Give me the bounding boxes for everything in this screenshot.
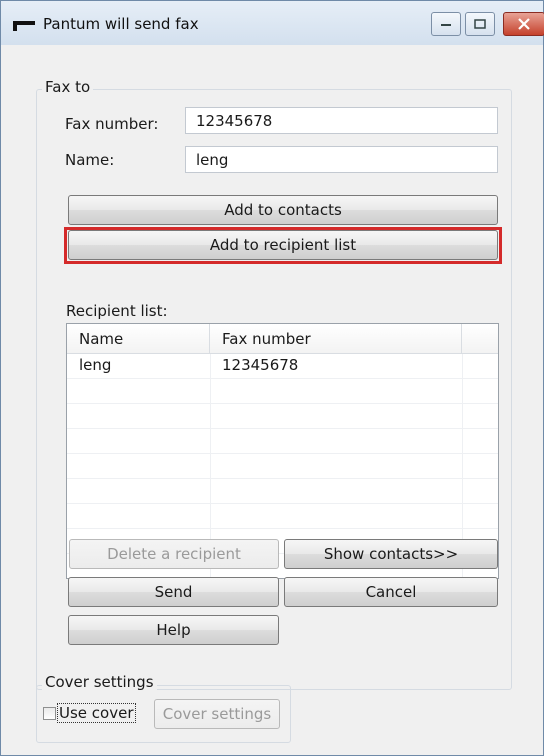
title-bar[interactable]: Pantum will send fax [1, 1, 544, 45]
fax-number-label: Fax number: [65, 115, 159, 133]
empty-row [67, 504, 498, 529]
cover-settings-group-label: Cover settings [42, 673, 157, 691]
fax-to-group-label: Fax to [42, 78, 94, 96]
close-button[interactable] [503, 12, 544, 36]
empty-row [67, 454, 498, 479]
fax-number-field[interactable] [185, 107, 498, 134]
add-to-contacts-button[interactable]: Add to contacts [68, 195, 498, 225]
fax-window: Pantum will send fax Fax to Fax number: … [0, 0, 544, 756]
send-button[interactable]: Send [68, 577, 279, 607]
minimize-button[interactable] [431, 12, 461, 36]
table-row[interactable]: leng 12345678 [67, 354, 498, 379]
maximize-icon [474, 19, 486, 29]
add-to-recipient-list-button[interactable]: Add to recipient list [68, 230, 498, 260]
show-contacts-button[interactable]: Show contacts>> [284, 539, 498, 569]
delete-recipient-button[interactable]: Delete a recipient [69, 539, 279, 569]
empty-row [67, 429, 498, 454]
column-header-name[interactable]: Name [67, 324, 210, 354]
window-title: Pantum will send fax [43, 15, 199, 33]
recipient-fax-cell: 12345678 [222, 356, 299, 374]
cover-settings-button[interactable]: Cover settings [154, 699, 280, 729]
column-header-fax-number[interactable]: Fax number [210, 324, 462, 354]
minimize-icon [441, 24, 451, 26]
name-label: Name: [65, 151, 115, 169]
column-header-filler [462, 324, 498, 354]
use-cover-label[interactable]: Use cover [57, 703, 136, 723]
close-icon [518, 18, 530, 30]
recipient-name-cell: leng [79, 356, 112, 374]
use-cover-checkbox[interactable] [43, 707, 56, 720]
empty-row [67, 404, 498, 429]
empty-row [67, 379, 498, 404]
pantum-logo-icon [13, 21, 35, 31]
dialog-body: Fax to Fax number: Name: Add to contacts… [9, 45, 535, 749]
help-button[interactable]: Help [68, 615, 279, 645]
cancel-button[interactable]: Cancel [284, 577, 498, 607]
recipient-list-label: Recipient list: [66, 302, 168, 320]
name-field[interactable] [185, 146, 498, 173]
maximize-button[interactable] [465, 12, 495, 36]
empty-row [67, 479, 498, 504]
